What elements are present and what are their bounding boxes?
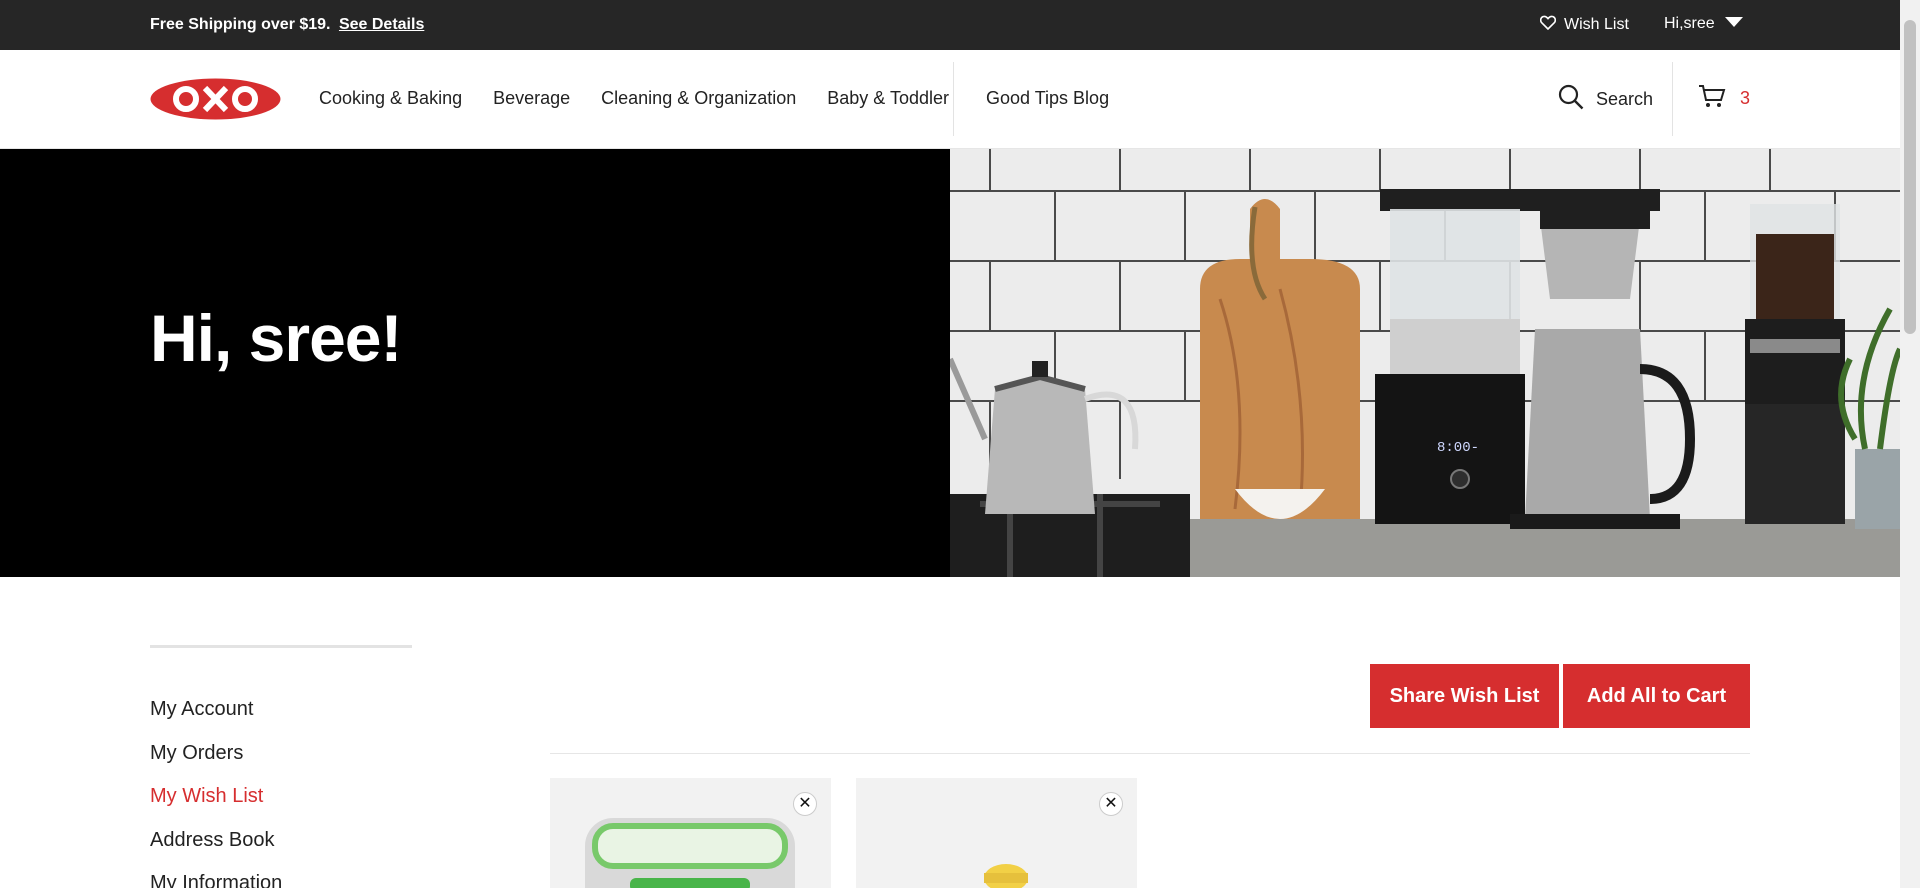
scrollbar-thumb[interactable]	[1904, 20, 1916, 334]
sidebar-item-my-information[interactable]: My Information	[150, 872, 282, 888]
nav-cleaning-organization[interactable]: Cleaning & Organization	[601, 88, 796, 109]
promo-bar: Free Shipping over $19. See Details Wish…	[0, 0, 1900, 50]
oxo-logo[interactable]	[150, 78, 281, 120]
nav-beverage[interactable]: Beverage	[493, 88, 570, 109]
hero-kitchen-image: 8:00-	[950, 149, 1900, 577]
remove-item-icon[interactable]: ✕	[1099, 792, 1123, 816]
page-title: Hi, sree!	[150, 301, 402, 375]
promo-message: Free Shipping over $19. See Details	[150, 16, 424, 34]
site-header: Cooking & Baking Beverage Cleaning & Org…	[0, 50, 1900, 149]
user-greeting: Hi,sree	[1664, 15, 1715, 32]
wishlist-item[interactable]: ✕	[856, 778, 1137, 888]
page-scrollbar[interactable]	[1900, 0, 1920, 888]
sidebar-rule	[150, 645, 412, 648]
nav-baby-toddler[interactable]: Baby & Toddler	[827, 88, 949, 109]
page: Free Shipping over $19. See Details Wish…	[0, 0, 1920, 888]
user-menu[interactable]: Hi,sree	[1664, 15, 1743, 33]
svg-text:8:00-: 8:00-	[1437, 440, 1479, 456]
nav-divider	[953, 62, 954, 136]
search-icon	[1558, 84, 1584, 115]
search-button[interactable]: Search	[1558, 84, 1653, 115]
wishlist-divider	[550, 753, 1750, 754]
hero-panel	[0, 149, 950, 577]
nav-good-tips-blog[interactable]: Good Tips Blog	[986, 88, 1109, 109]
food-container-image	[585, 818, 795, 888]
see-details-link[interactable]: See Details	[339, 16, 424, 33]
search-label: Search	[1596, 89, 1654, 109]
share-wish-list-button[interactable]: Share Wish List	[1370, 664, 1559, 728]
cart-button[interactable]: 3	[1698, 84, 1750, 113]
sidebar-item-address-book[interactable]: Address Book	[150, 829, 282, 873]
promo-text: Free Shipping over $19.	[150, 16, 331, 33]
heart-icon	[1539, 15, 1557, 35]
cart-icon	[1698, 84, 1726, 113]
wishlist-item[interactable]: ✕	[550, 778, 831, 888]
sidebar-item-my-account[interactable]: My Account	[150, 698, 282, 742]
account-sidebar: My Account My Orders My Wish List Addres…	[150, 698, 282, 888]
cart-count: 3	[1740, 88, 1751, 108]
nav-cooking-baking[interactable]: Cooking & Baking	[319, 88, 462, 109]
top-wish-list-link[interactable]: Wish List	[1539, 15, 1629, 35]
header-divider	[1672, 62, 1673, 136]
chevron-down-icon	[1724, 15, 1743, 33]
sidebar-item-my-wish-list[interactable]: My Wish List	[150, 785, 282, 829]
sidebar-item-my-orders[interactable]: My Orders	[150, 742, 282, 786]
add-all-to-cart-button[interactable]: Add All to Cart	[1563, 664, 1750, 728]
product-image	[984, 864, 1028, 888]
wish-list-label: Wish List	[1564, 16, 1629, 33]
remove-item-icon[interactable]: ✕	[793, 792, 817, 816]
main-nav: Cooking & Baking Beverage Cleaning & Org…	[319, 88, 980, 109]
